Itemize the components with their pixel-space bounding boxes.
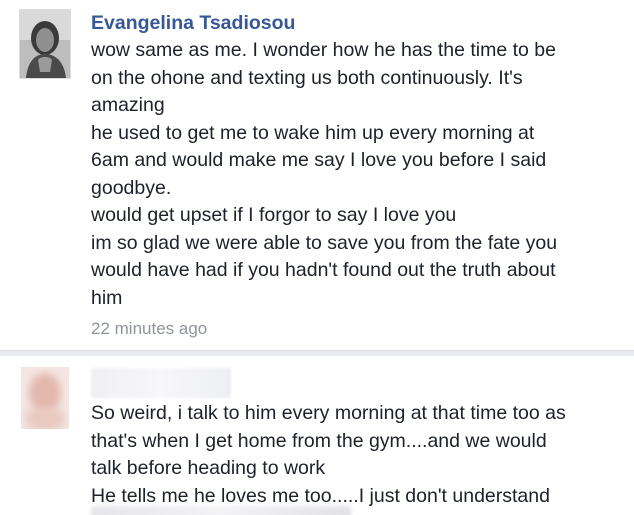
comment-body: Evangelina Tsadiosou wow same as me. I w… [91, 10, 631, 341]
comment-line: would have had if you hadn't found out t… [91, 259, 556, 281]
comment-text: So weird, i talk to him every morning at… [91, 400, 631, 510]
comment-author-link[interactable] [91, 368, 231, 398]
cropped-text-fragment [91, 506, 351, 515]
profile-photo-icon [20, 10, 70, 78]
avatar[interactable] [21, 367, 69, 429]
comment: Evangelina Tsadiosou wow same as me. I w… [0, 0, 634, 350]
comment-line: amazing [91, 94, 165, 116]
comment-author-link[interactable]: Evangelina Tsadiosou [91, 10, 631, 36]
comment-timestamp[interactable]: 22 minutes ago [91, 317, 631, 341]
comment-body: So weird, i talk to him every morning at… [91, 368, 631, 510]
comment-text: wow same as me. I wonder how he has the … [91, 37, 631, 312]
comment-line: 6am and would make me say I love you bef… [91, 149, 547, 171]
comment-line: wow same as me. I wonder how he has the … [91, 39, 556, 61]
comment-line: would get upset if I forgor to say I lov… [91, 204, 457, 226]
comment-line: on the ohone and texting us both continu… [91, 66, 523, 89]
comment-line: im so glad we were able to save you from… [91, 231, 558, 254]
blurred-profile-photo-icon [21, 367, 69, 429]
comment: So weird, i talk to him every morning at… [0, 356, 634, 515]
comment-line: him [91, 286, 123, 309]
comment-line: that's when I get home from the gym....a… [91, 429, 547, 452]
comment-line: So weird, i talk to him every morning at… [91, 402, 566, 424]
avatar[interactable] [19, 9, 71, 79]
comment-line: talk before heading to work [91, 457, 326, 479]
comment-line: goodbye. [91, 176, 172, 199]
comment-line: he used to get me to wake him up every m… [91, 121, 535, 144]
comment-thread: Evangelina Tsadiosou wow same as me. I w… [0, 0, 634, 515]
